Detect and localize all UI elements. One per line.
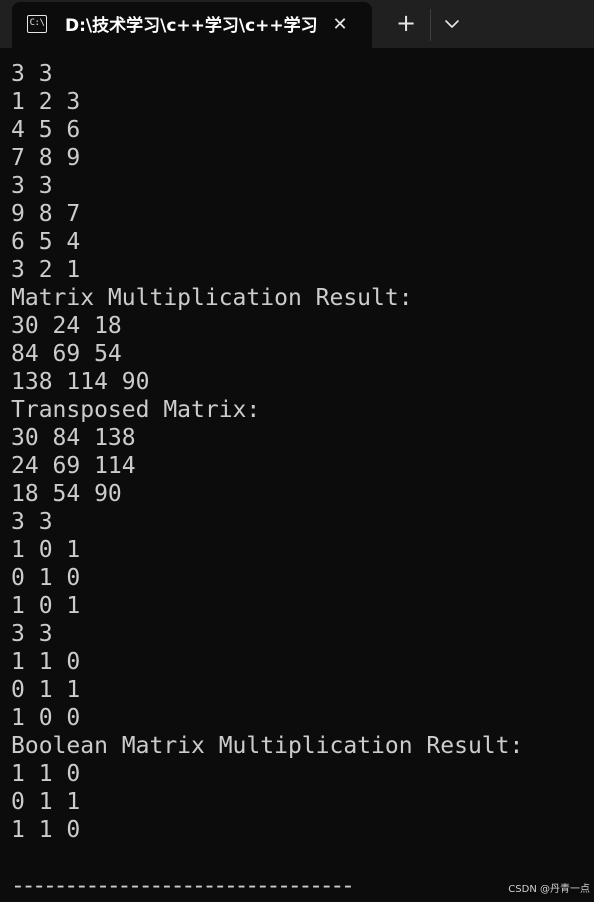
terminal-line: 3 3 (11, 61, 53, 87)
terminal-line: 1 1 0 (11, 649, 81, 675)
terminal-line: 1 1 0 (11, 817, 81, 843)
terminal-line: 0 1 1 (11, 789, 81, 815)
terminal-line: Boolean Matrix Multiplication Result: (11, 733, 524, 759)
terminal-line: 1 2 3 (11, 89, 81, 115)
terminal-line: 0 1 1 (11, 677, 81, 703)
terminal-line: 3 2 1 (11, 257, 81, 283)
tab-divider (430, 9, 431, 41)
terminal-line: 0 1 0 (11, 565, 81, 591)
terminal-line: 1 0 0 (11, 705, 81, 731)
terminal-line: 30 84 138 (11, 425, 136, 451)
close-icon[interactable]: ✕ (328, 13, 352, 37)
plus-icon[interactable]: + (394, 11, 418, 36)
title-bar: C:\ D:\技术学习\c++学习\c++学习 ✕ + (0, 0, 594, 48)
chevron-down-icon[interactable] (440, 12, 464, 36)
terminal-line: 1 0 1 (11, 593, 81, 619)
terminal-line: 6 5 4 (11, 229, 81, 255)
terminal-line: 18 54 90 (11, 481, 122, 507)
terminal-line: 24 69 114 (11, 453, 136, 479)
terminal-output[interactable]: 3 31 2 34 5 67 8 93 39 8 76 5 43 2 1 Matr… (11, 60, 591, 900)
terminal-line: 1 1 0 (11, 761, 81, 787)
terminal-tab[interactable]: C:\ D:\技术学习\c++学习\c++学习 ✕ (12, 2, 372, 48)
terminal-line: 30 24 18 (11, 313, 122, 339)
terminal-line: 3 3 (11, 173, 53, 199)
separator-line: -------------------------------- (11, 873, 355, 899)
terminal-line: 3 3 (11, 509, 53, 535)
terminal-line: 9 8 7 (11, 201, 81, 227)
terminal-line: 4 5 6 (11, 117, 81, 143)
terminal-line: 138 114 90 (11, 369, 150, 395)
terminal-line: 3 3 (11, 621, 53, 647)
terminal-line: 7 8 9 (11, 145, 81, 171)
terminal-line: Matrix Multiplication Result: (11, 285, 413, 311)
watermark: CSDN @丹青一点 (508, 884, 590, 896)
tab-title: D:\技术学习\c++学习\c++学习 (65, 16, 318, 36)
terminal-line: Transposed Matrix: (11, 397, 261, 423)
terminal-line: 1 0 1 (11, 537, 81, 563)
terminal-line: 84 69 54 (11, 341, 122, 367)
terminal-icon: C:\ (27, 15, 47, 33)
